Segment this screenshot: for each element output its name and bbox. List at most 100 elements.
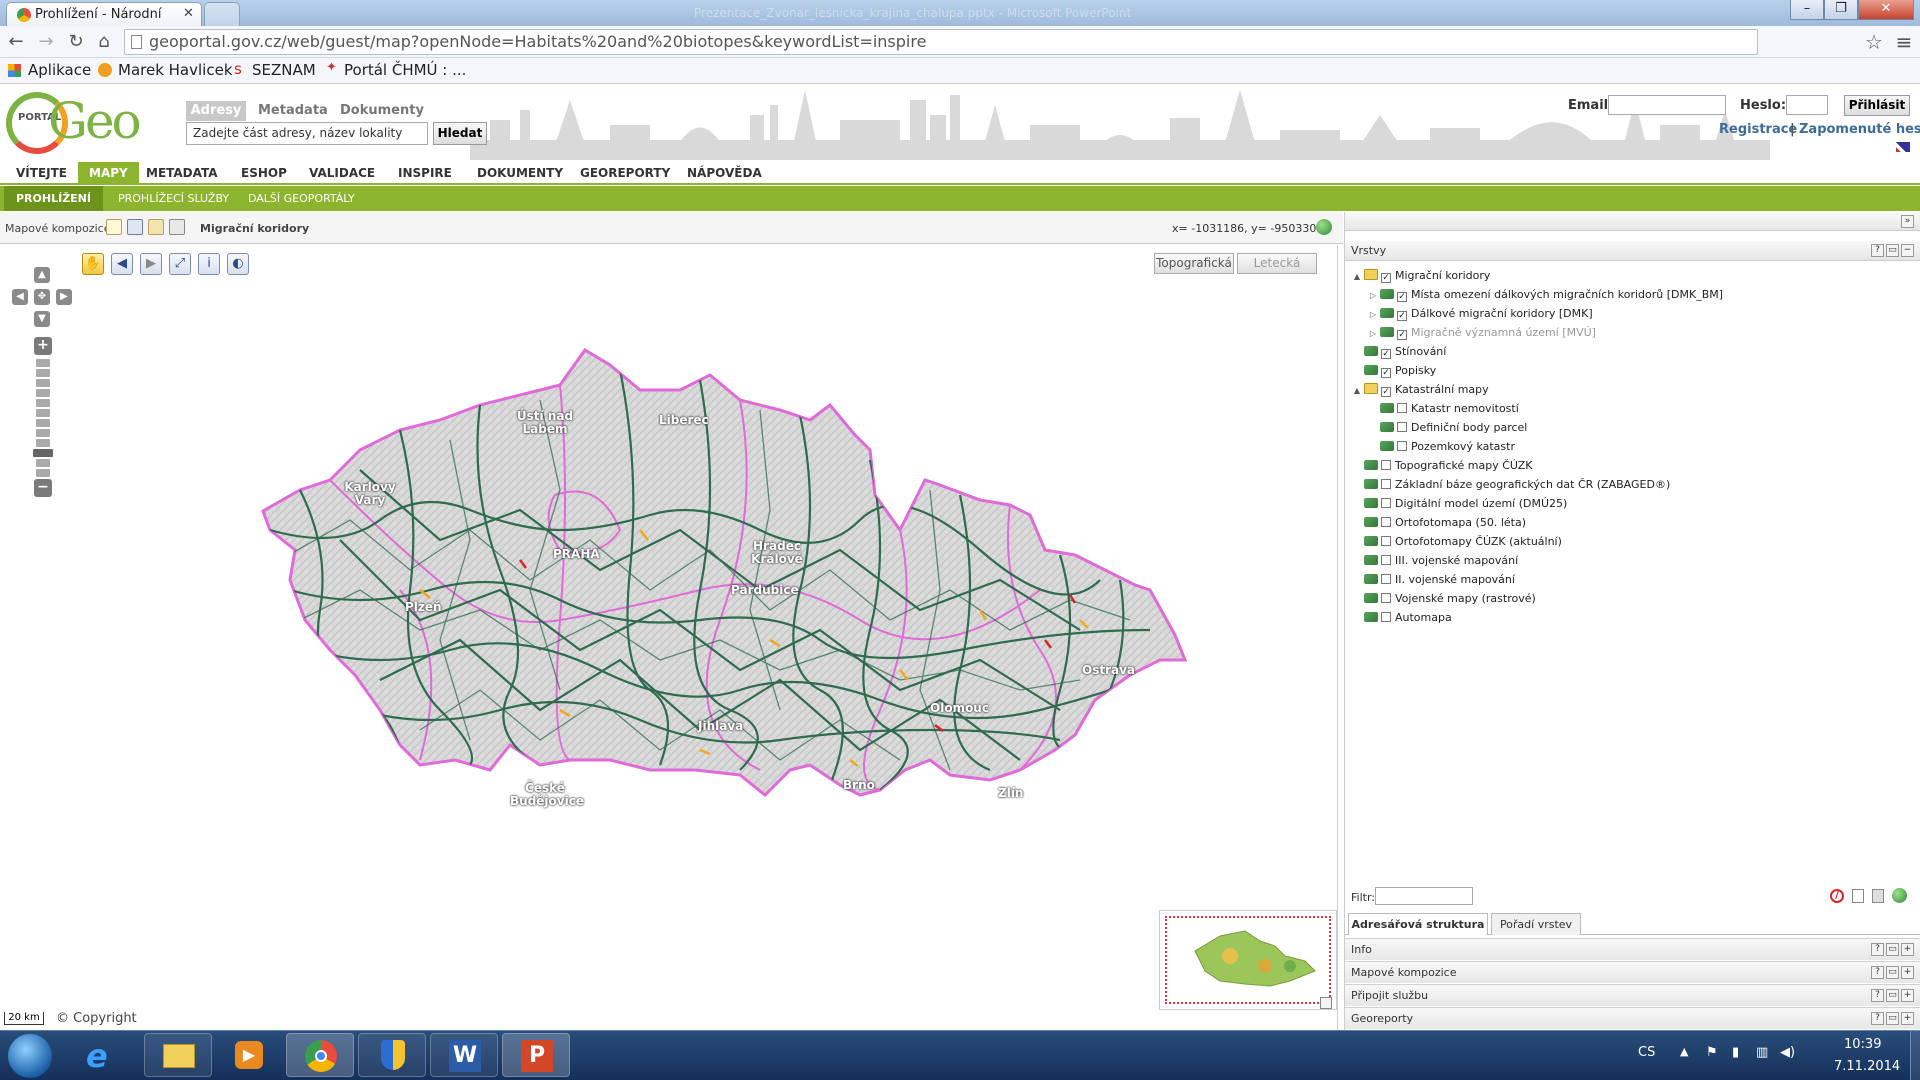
search-tab-metadata[interactable]: Metadata bbox=[258, 103, 328, 118]
layer-checkbox[interactable] bbox=[1397, 441, 1407, 451]
zoom-slider-handle[interactable] bbox=[33, 449, 53, 457]
layer-checkbox[interactable]: ✓ bbox=[1381, 273, 1391, 283]
pan-center-icon[interactable]: ✥ bbox=[34, 289, 50, 305]
layer-item[interactable]: Digitální model území (DMÚ25) bbox=[1352, 494, 1912, 513]
search-tab-addresses[interactable]: Adresy bbox=[186, 101, 246, 121]
taskbar-powerpoint-icon[interactable]: P bbox=[502, 1033, 570, 1077]
layer-checkbox[interactable] bbox=[1397, 422, 1407, 432]
layer-item[interactable]: Katastr nemovitostí bbox=[1352, 399, 1912, 418]
bookmark-chmu[interactable]: Portál ČHMÚ : ... bbox=[344, 61, 466, 79]
tree-arrow-icon[interactable]: ▷ bbox=[1368, 286, 1378, 305]
pan-right-icon[interactable]: ▶ bbox=[56, 289, 72, 305]
help-icon[interactable]: ? bbox=[1871, 943, 1884, 956]
forgot-password-link[interactable]: Zapomenuté heslo bbox=[1799, 122, 1920, 137]
layer-item[interactable]: Topografické mapy ČÚZK bbox=[1352, 456, 1912, 475]
search-button[interactable]: Hledat bbox=[433, 122, 487, 145]
layer-item[interactable]: ✓ Popisky bbox=[1352, 361, 1912, 380]
tray-time[interactable]: 10:39 bbox=[1844, 1037, 1881, 1052]
document-icon[interactable] bbox=[1852, 889, 1864, 903]
zoom-level-step[interactable] bbox=[36, 459, 50, 467]
save-icon[interactable] bbox=[127, 219, 143, 235]
tray-language[interactable]: CS bbox=[1638, 1045, 1655, 1060]
layer-item[interactable]: III. vojenské mapování bbox=[1352, 551, 1912, 570]
browser-tab[interactable]: Prohlížení - Národní ✕ bbox=[6, 2, 202, 26]
maximize-icon[interactable]: ▭ bbox=[1886, 244, 1899, 257]
layer-item[interactable]: ✓ Stínování bbox=[1352, 342, 1912, 361]
taskbar-chrome-icon[interactable] bbox=[286, 1033, 354, 1077]
accordion-connect-service[interactable]: Připojit službu ? ▭ + bbox=[1345, 984, 1920, 1006]
bookmark-star-icon[interactable]: ☆ bbox=[1862, 30, 1886, 54]
close-window-button[interactable]: ✕ bbox=[1858, 0, 1914, 20]
menu-napoveda[interactable]: NÁPOVĚDA bbox=[676, 162, 773, 185]
help-icon[interactable]: ? bbox=[1871, 966, 1884, 979]
taskbar-security-icon[interactable] bbox=[358, 1033, 426, 1077]
layer-checkbox[interactable]: ✓ bbox=[1397, 311, 1407, 321]
close-tab-icon[interactable]: ✕ bbox=[183, 6, 194, 21]
tray-volume-icon[interactable]: ◀) bbox=[1780, 1045, 1795, 1060]
layer-item[interactable]: Definiční body parcel bbox=[1352, 418, 1912, 437]
layer-item[interactable]: Pozemkový katastr bbox=[1352, 437, 1912, 456]
zoom-in-button[interactable]: + bbox=[34, 337, 52, 355]
reload-icon[interactable]: ↻ bbox=[64, 30, 88, 54]
layer-item[interactable]: Vojenské mapy (rastrové) bbox=[1352, 589, 1912, 608]
layer-item[interactable]: ▷ ✓ Migračně významná území [MVÚ] bbox=[1352, 323, 1912, 342]
map-canvas[interactable]: Ústí nad Labem Liberec Karlovy Vary PRAH… bbox=[0, 245, 1338, 1030]
tab-directory-structure[interactable]: Adresářová struktura bbox=[1348, 913, 1488, 935]
expand-icon[interactable]: + bbox=[1901, 989, 1914, 1002]
next-view-icon[interactable]: ▶ bbox=[140, 253, 162, 275]
maximize-icon[interactable]: ▭ bbox=[1886, 989, 1899, 1002]
tree-arrow-icon[interactable]: ▷ bbox=[1368, 324, 1378, 343]
filter-input[interactable] bbox=[1375, 887, 1473, 905]
layer-checkbox[interactable] bbox=[1381, 460, 1391, 470]
layer-item[interactable]: ▲ ✓ Katastrální mapy bbox=[1352, 380, 1912, 399]
submenu-prohlizeni[interactable]: PROHLÍŽENÍ bbox=[4, 186, 103, 211]
layer-item[interactable]: ▷ ✓ Místa omezení dálkových migračních kor… bbox=[1352, 285, 1912, 304]
address-search-input[interactable]: Zadejte část adresy, název lokality bbox=[186, 122, 428, 145]
menu-metadata[interactable]: METADATA bbox=[135, 162, 229, 185]
menu-validace[interactable]: VALIDACE bbox=[298, 162, 386, 185]
basemap-aerial-button[interactable]: Letecká bbox=[1237, 253, 1317, 274]
pan-up-icon[interactable]: ▲ bbox=[34, 267, 50, 283]
email-field[interactable] bbox=[1608, 95, 1726, 115]
back-arrow-icon[interactable]: ← bbox=[4, 30, 28, 54]
pan-left-icon[interactable]: ◀ bbox=[12, 289, 28, 305]
print-icon[interactable] bbox=[169, 219, 185, 235]
previous-view-icon[interactable]: ◀ bbox=[111, 253, 133, 275]
layer-item[interactable]: ▲ ✓ Migrační koridory bbox=[1352, 266, 1912, 285]
taskbar-word-icon[interactable]: W bbox=[430, 1033, 498, 1077]
home-icon[interactable]: ⌂ bbox=[92, 30, 116, 54]
portal-geo-logo[interactable]: PORTAL Geo bbox=[4, 90, 154, 156]
layer-checkbox[interactable]: ✓ bbox=[1397, 330, 1407, 340]
taskbar-ie-icon[interactable]: e bbox=[72, 1033, 140, 1077]
layer-checkbox[interactable]: ✓ bbox=[1381, 387, 1391, 397]
new-tab-button[interactable] bbox=[204, 2, 240, 26]
pan-hand-tool-icon[interactable]: ✋ bbox=[82, 253, 104, 275]
submenu-dalsi-geoportaly[interactable]: DALŠÍ GEOPORTÁLY bbox=[236, 186, 367, 211]
layer-checkbox[interactable] bbox=[1381, 479, 1391, 489]
menu-georeporty[interactable]: GEOREPORTY bbox=[569, 162, 681, 185]
layer-item[interactable]: Základní báze geografických dat ČR (ZABA… bbox=[1352, 475, 1912, 494]
submenu-prohlizeci-sluzby[interactable]: PROHLÍŽECÍ SLUŽBY bbox=[106, 186, 241, 211]
overview-map[interactable] bbox=[1159, 910, 1337, 1010]
zoom-level-step[interactable] bbox=[36, 369, 50, 377]
layer-checkbox[interactable] bbox=[1381, 612, 1391, 622]
tray-date[interactable]: 7.11.2014 bbox=[1834, 1059, 1900, 1074]
zoom-level-step[interactable] bbox=[36, 419, 50, 427]
layer-checkbox[interactable] bbox=[1381, 593, 1391, 603]
expand-arrow-icon[interactable]: ▲ bbox=[1352, 267, 1362, 286]
tree-arrow-icon[interactable]: ▷ bbox=[1368, 305, 1378, 324]
layer-checkbox[interactable] bbox=[1381, 517, 1391, 527]
start-button-icon[interactable] bbox=[8, 1034, 52, 1078]
menu-icon[interactable]: ≡ bbox=[1892, 30, 1916, 54]
taskbar-media-player-icon[interactable]: ▶ bbox=[215, 1033, 283, 1077]
address-bar[interactable]: geoportal.gov.cz/web/guest/map?openNode=… bbox=[124, 29, 1758, 55]
accordion-map-compositions[interactable]: Mapové kompozice ? ▭ + bbox=[1345, 961, 1920, 983]
measure-tool-icon[interactable]: ◐ bbox=[227, 253, 249, 275]
zoom-level-step[interactable] bbox=[36, 379, 50, 387]
maximize-button[interactable]: ❐ bbox=[1824, 0, 1858, 20]
bookmark-apps[interactable]: Aplikace bbox=[28, 61, 91, 79]
layer-checkbox[interactable] bbox=[1397, 403, 1407, 413]
zoom-level-step[interactable] bbox=[36, 389, 50, 397]
layer-item[interactable]: Ortofotomapy ČÚZK (aktuální) bbox=[1352, 532, 1912, 551]
maximize-icon[interactable]: ▭ bbox=[1886, 943, 1899, 956]
